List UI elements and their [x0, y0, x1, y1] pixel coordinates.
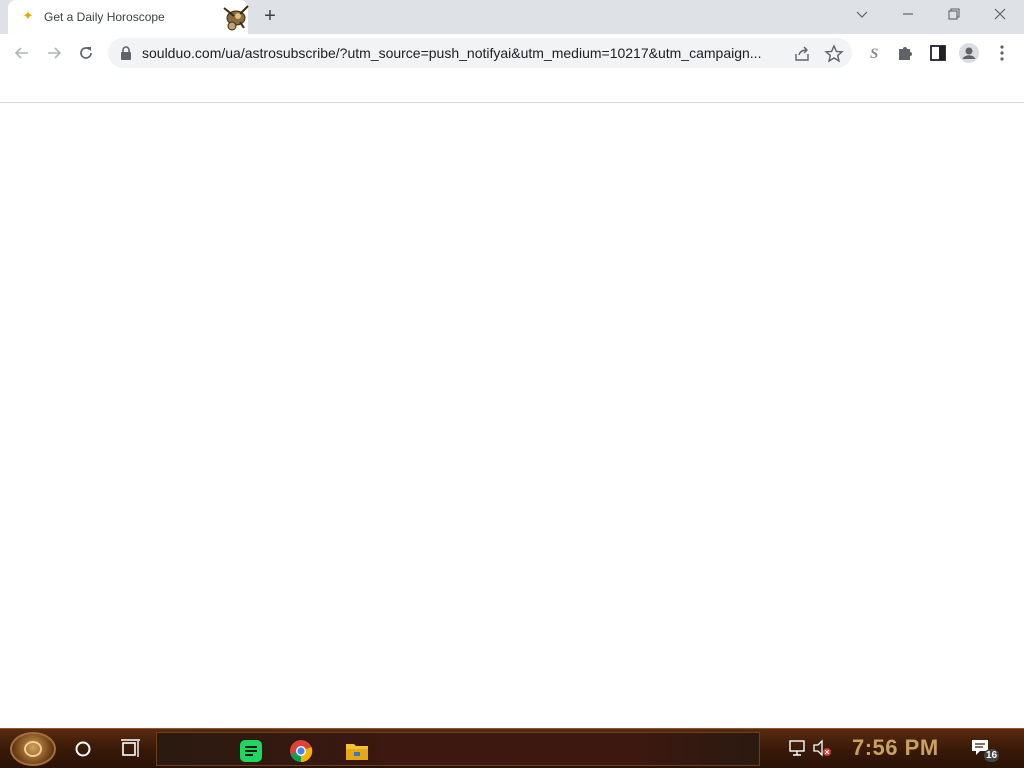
tab-strip: ✦ Get a Daily Horoscope +	[0, 0, 1024, 34]
new-tab-button[interactable]: +	[256, 5, 284, 29]
sparkle-star-icon: ✦	[22, 8, 34, 23]
minimize-button[interactable]	[890, 4, 926, 26]
bookmarks-bar	[0, 72, 1024, 103]
back-arrow-icon	[14, 47, 28, 59]
side-panel-icon[interactable]	[927, 42, 949, 64]
file-explorer-icon[interactable]	[343, 738, 371, 764]
restore-icon	[948, 8, 960, 20]
back-button[interactable]	[9, 40, 35, 66]
taskbar: 7:56 PM 16	[0, 728, 1024, 768]
tab-title: Get a Daily Horoscope	[44, 10, 165, 24]
url-text[interactable]: soulduo.com/ua/astrosubscribe/?utm_sourc…	[142, 45, 784, 61]
tab-get-daily-horoscope[interactable]: ✦ Get a Daily Horoscope	[8, 0, 249, 34]
puzzle-icon[interactable]	[895, 42, 917, 64]
reload-button[interactable]	[73, 40, 99, 66]
restore-button[interactable]	[936, 4, 972, 26]
cortana-icon[interactable]	[68, 735, 98, 763]
kebab-menu-icon[interactable]	[991, 42, 1013, 64]
close-icon	[994, 8, 1006, 20]
action-center-button[interactable]: 16	[970, 737, 1000, 763]
browser-toolbar: soulduo.com/ua/astrosubscribe/?utm_sourc…	[0, 34, 1024, 72]
browser-window: ✦ Get a Daily Horoscope + soulduo.com/ua…	[0, 0, 1024, 728]
steampunk-mascot-icon	[223, 5, 249, 31]
profile-icon[interactable]	[958, 42, 980, 64]
share-icon[interactable]	[792, 44, 812, 64]
notification-count-badge: 16	[984, 749, 1000, 762]
volume-muted-icon[interactable]	[811, 737, 833, 759]
reload-icon	[80, 47, 92, 59]
taskbar-app-panel	[156, 732, 760, 766]
start-button[interactable]	[10, 732, 56, 766]
star-icon[interactable]	[824, 44, 844, 64]
network-icon[interactable]	[787, 737, 809, 759]
task-view-icon[interactable]	[116, 735, 146, 763]
minimize-icon	[903, 13, 913, 15]
page-content	[0, 104, 1024, 728]
steampunk-orb-icon	[24, 741, 42, 757]
taskbar-clock[interactable]: 7:56 PM	[852, 735, 939, 761]
forward-button[interactable]	[41, 40, 67, 66]
close-button[interactable]	[982, 4, 1018, 26]
s-extension-icon[interactable]: S	[863, 42, 885, 64]
address-bar[interactable]: soulduo.com/ua/astrosubscribe/?utm_sourc…	[108, 38, 852, 68]
chevron-down-icon	[856, 11, 868, 18]
chrome-icon[interactable]	[287, 738, 315, 764]
forward-arrow-icon	[48, 47, 62, 59]
tab-search-button[interactable]	[844, 4, 880, 26]
lock-icon[interactable]	[120, 46, 132, 60]
svg-text:S: S	[870, 46, 878, 62]
notes-app-icon[interactable]	[237, 738, 265, 764]
